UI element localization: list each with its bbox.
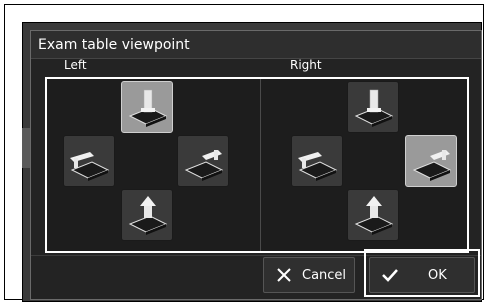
right-viewpoint-right-button[interactable] bbox=[405, 135, 457, 187]
table-from-foot-icon bbox=[128, 196, 168, 235]
panel-divider bbox=[260, 79, 261, 251]
ok-button[interactable]: OK bbox=[369, 257, 475, 293]
viewpoint-panels bbox=[45, 77, 469, 253]
table-from-head-icon bbox=[354, 89, 394, 127]
right-viewpoint-left-button[interactable] bbox=[291, 135, 343, 187]
left-viewpoint-top-button[interactable] bbox=[121, 81, 173, 133]
ok-label: OK bbox=[428, 267, 447, 283]
background-tab bbox=[22, 128, 30, 168]
table-from-left-icon bbox=[298, 152, 338, 181]
dialog-title: Exam table viewpoint bbox=[31, 31, 481, 59]
table-from-right-icon bbox=[184, 150, 224, 181]
table-from-foot-icon bbox=[354, 196, 394, 235]
left-viewpoint-right-button[interactable] bbox=[177, 135, 229, 187]
left-viewpoint-left-button[interactable] bbox=[63, 135, 115, 187]
exam-table-viewpoint-dialog: Exam table viewpoint Left Right Cancel O… bbox=[30, 30, 482, 300]
table-from-left-icon bbox=[70, 152, 110, 181]
button-row-separator bbox=[31, 255, 481, 256]
table-from-head-icon bbox=[128, 89, 168, 127]
x-icon bbox=[277, 268, 291, 282]
right-column-label: Right bbox=[290, 58, 322, 72]
check-icon bbox=[382, 269, 398, 282]
left-column-label: Left bbox=[64, 58, 87, 72]
right-viewpoint-bottom-button[interactable] bbox=[347, 189, 399, 241]
right-viewpoint-top-button[interactable] bbox=[347, 81, 399, 133]
cancel-label: Cancel bbox=[302, 267, 347, 283]
left-viewpoint-bottom-button[interactable] bbox=[121, 189, 173, 241]
cancel-button[interactable]: Cancel bbox=[263, 257, 355, 293]
table-from-right-icon bbox=[412, 150, 452, 181]
